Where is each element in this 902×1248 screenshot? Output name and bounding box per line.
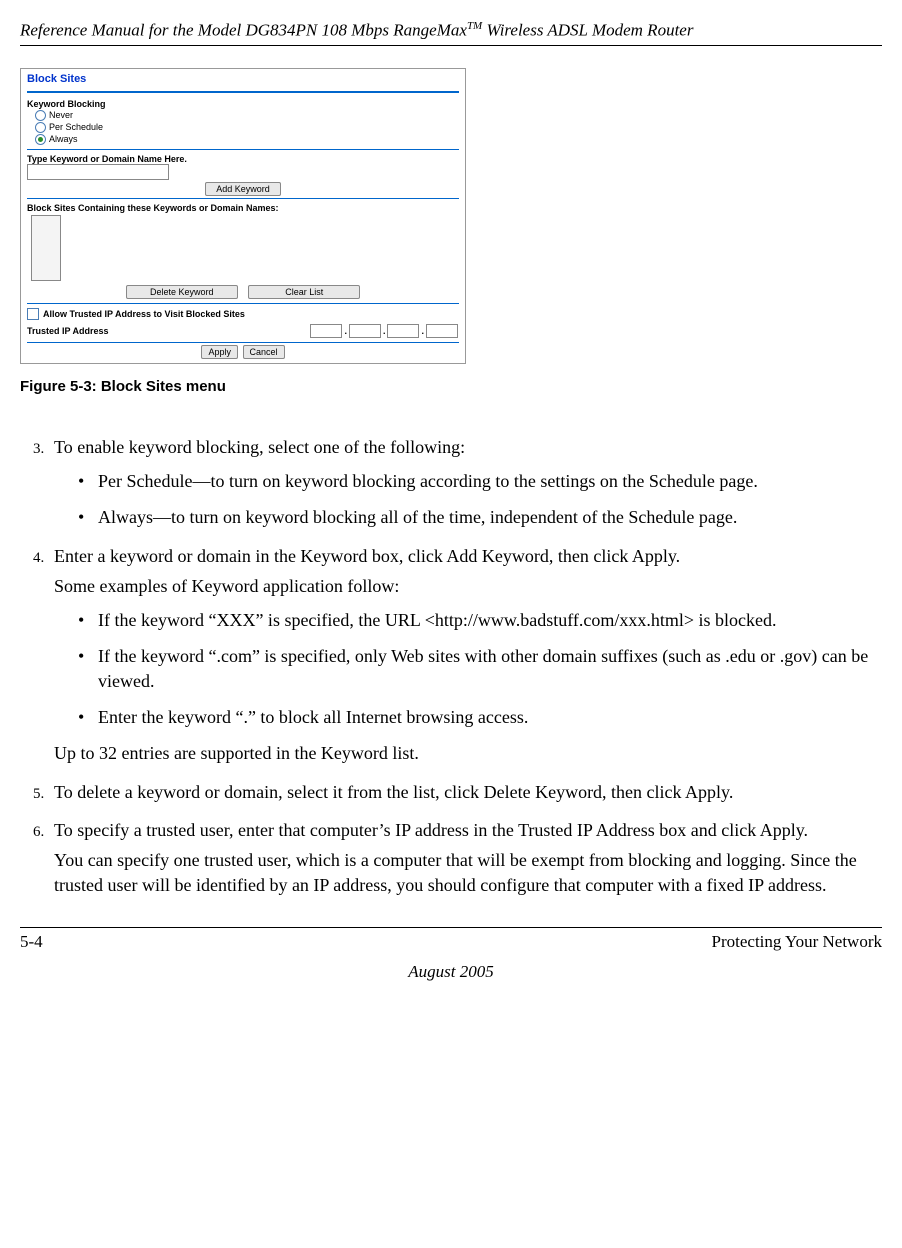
radio-icon [35,110,46,121]
list-item: To delete a keyword or domain, select it… [48,780,882,804]
radio-label: Per Schedule [49,122,103,132]
page-footer: 5-4 Protecting Your Network [20,927,882,952]
list-item: Enter a keyword or domain in the Keyword… [48,544,882,766]
sub-item: If the keyword “.com” is specified, only… [78,644,882,693]
footer-date: August 2005 [20,962,882,982]
li4-p2: Up to 32 entries are supported in the Ke… [54,741,882,765]
radio-per-schedule[interactable]: Per Schedule [35,122,459,133]
li4-text: Enter a keyword or domain in the Keyword… [54,546,680,566]
divider [27,91,459,93]
figure-caption: Figure 5-3: Block Sites menu [20,378,882,395]
sub-item: If the keyword “XXX” is specified, the U… [78,608,882,632]
ip-octet-4[interactable] [426,324,458,338]
keyword-blocking-label: Keyword Blocking [27,99,459,109]
header-title-pre: Reference Manual for the Model DG834PN 1… [20,21,467,40]
apply-button[interactable]: Apply [201,345,238,359]
cancel-button[interactable]: Cancel [243,345,285,359]
clear-list-button[interactable]: Clear List [248,285,360,299]
keyword-listbox[interactable] [31,215,61,281]
list-item: To specify a trusted user, enter that co… [48,818,882,897]
checkbox-icon [27,308,39,320]
radio-label: Always [49,134,78,144]
list-item: To enable keyword blocking, select one o… [48,435,882,530]
delete-keyword-button[interactable]: Delete Keyword [126,285,238,299]
allow-trusted-label: Allow Trusted IP Address to Visit Blocke… [43,309,245,319]
divider [27,198,459,199]
page-header: Reference Manual for the Model DG834PN 1… [20,20,882,46]
page-number: 5-4 [20,932,43,952]
divider [27,342,459,343]
header-title-post: Wireless ADSL Modem Router [482,21,693,40]
sub-item: Always—to turn on keyword blocking all o… [78,505,882,529]
add-keyword-button[interactable]: Add Keyword [205,182,281,196]
type-keyword-label: Type Keyword or Domain Name Here. [27,154,459,164]
sub-item: Per Schedule—to turn on keyword blocking… [78,469,882,493]
block-sites-screenshot: Block Sites Keyword Blocking Never Per S… [20,68,466,364]
panel-title: Block Sites [27,73,459,89]
radio-always[interactable]: Always [35,134,459,145]
radio-label: Never [49,110,73,120]
keyword-input[interactable] [27,164,169,180]
li4-p1: Some examples of Keyword application fol… [54,574,882,598]
radio-icon-selected [35,134,46,145]
allow-trusted-row[interactable]: Allow Trusted IP Address to Visit Blocke… [27,308,459,320]
instruction-list: To enable keyword blocking, select one o… [20,435,882,897]
trusted-ip-row: Trusted IP Address . . . [27,324,459,338]
divider [27,303,459,304]
ip-octet-1[interactable] [310,324,342,338]
footer-section: Protecting Your Network [712,932,882,952]
trusted-ip-label: Trusted IP Address [27,326,109,336]
li6-text: To specify a trusted user, enter that co… [54,820,808,840]
containing-label: Block Sites Containing these Keywords or… [27,203,459,213]
li6-p1: You can specify one trusted user, which … [54,848,882,897]
divider [27,149,459,150]
ip-octet-3[interactable] [387,324,419,338]
ip-octet-2[interactable] [349,324,381,338]
radio-never[interactable]: Never [35,110,459,121]
trademark-symbol: TM [467,20,482,32]
radio-icon [35,122,46,133]
sub-item: Enter the keyword “.” to block all Inter… [78,705,882,729]
li3-text: To enable keyword blocking, select one o… [54,437,465,457]
